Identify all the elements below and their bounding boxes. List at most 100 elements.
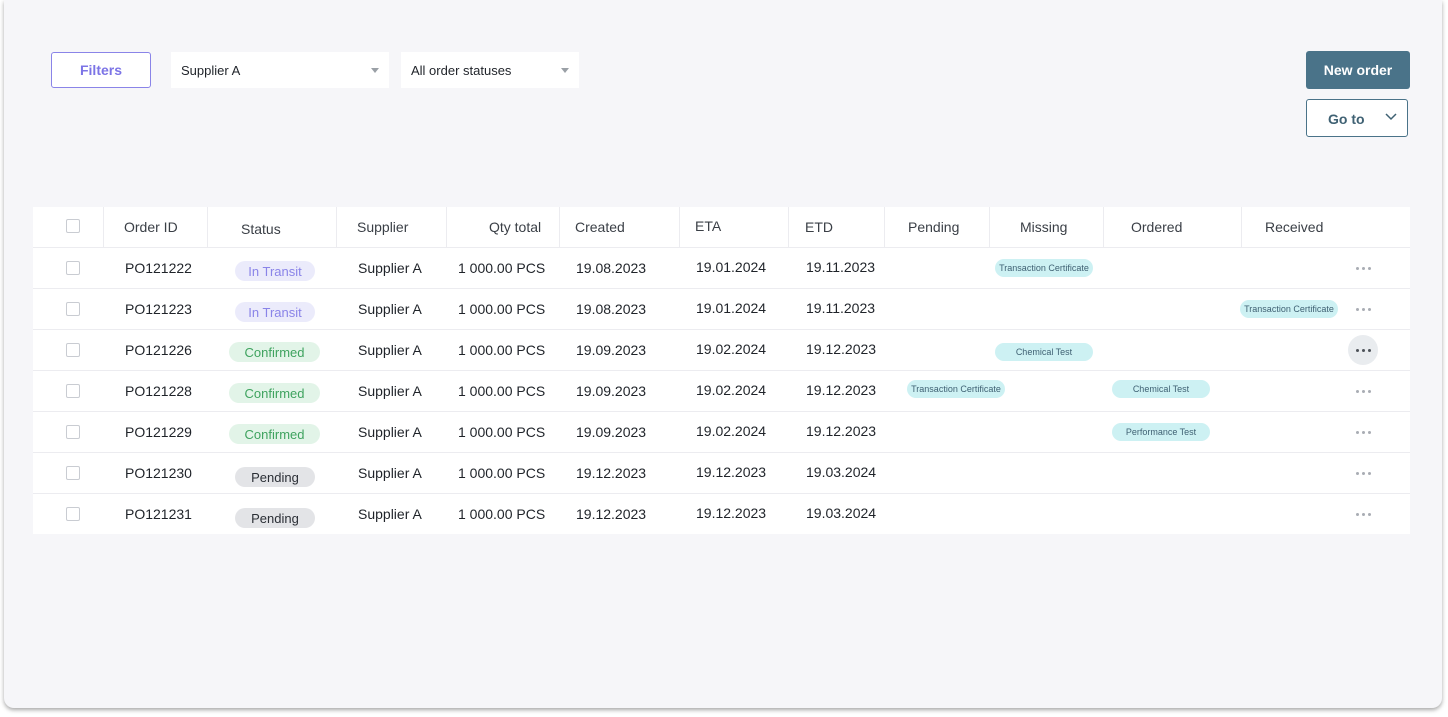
supplier-cell: Supplier A	[358, 260, 422, 276]
chevron-down-icon	[1385, 113, 1397, 121]
table-row[interactable]: PO121231 Pending Supplier A 1 000.00 PCS 19.…	[33, 494, 1410, 534]
goto-label: Go to	[1328, 111, 1365, 127]
supplier-cell: Supplier A	[358, 424, 422, 440]
qty-total-cell: 1 000.00 PCS	[458, 301, 546, 317]
etd-cell: 19.03.2024	[806, 464, 877, 480]
column-header-pending[interactable]: Pending	[908, 207, 959, 247]
document-tag-missing[interactable]: Chemical Test	[995, 343, 1093, 361]
column-header-supplier[interactable]: Supplier	[357, 207, 408, 247]
supplier-select-value: Supplier A	[181, 62, 241, 78]
order-id-cell[interactable]: PO121223	[125, 289, 192, 329]
supplier-cell: Supplier A	[358, 506, 422, 522]
order-id-cell[interactable]: PO121230	[125, 453, 192, 493]
column-divider	[1241, 207, 1242, 247]
column-header-status[interactable]: Status	[241, 209, 281, 249]
table-row[interactable]: PO121230 Pending Supplier A 1 000.00 PCS 19.…	[33, 453, 1410, 494]
select-all-checkbox[interactable]	[66, 219, 80, 233]
order-id-cell[interactable]: PO121226	[125, 330, 192, 370]
eta-cell: 19.02.2024	[696, 341, 767, 357]
more-horizontal-icon[interactable]	[1348, 458, 1378, 488]
supplier-select[interactable]: Supplier A	[171, 52, 389, 88]
status-select-value: All order statuses	[411, 62, 512, 78]
table-row[interactable]: PO121223 In Transit Supplier A 1 000.00 PCS…	[33, 289, 1410, 330]
order-id-cell[interactable]: PO121222	[125, 248, 192, 288]
row-checkbox[interactable]	[66, 261, 80, 275]
table-row[interactable]: PO121228 Confirmed Supplier A 1 000.00 PCS 1…	[33, 371, 1410, 412]
qty-total-cell: 1 000.00 PCS	[458, 506, 546, 522]
table-row[interactable]: PO121222 In Transit Supplier A 1 000.00 PCS…	[33, 248, 1410, 289]
table-row[interactable]: PO121229 Confirmed Supplier A 1 000.00 PCS 1…	[33, 412, 1410, 453]
status-badge: In Transit	[235, 261, 315, 281]
eta-cell: 19.02.2024	[696, 423, 767, 439]
document-tag-missing[interactable]: Transaction Certificate	[995, 259, 1093, 277]
etd-cell: 19.11.2023	[806, 300, 876, 316]
column-divider	[207, 207, 208, 247]
column-divider	[336, 207, 337, 247]
column-divider	[884, 207, 885, 247]
status-badge: Confirmed	[229, 383, 320, 403]
supplier-cell: Supplier A	[358, 301, 422, 317]
filters-button[interactable]: Filters	[51, 52, 151, 88]
column-header-etd[interactable]: ETD	[805, 207, 833, 247]
order-id-cell[interactable]: PO121231	[125, 494, 192, 534]
status-badge: Confirmed	[229, 342, 320, 362]
goto-dropdown[interactable]: Go to	[1306, 99, 1408, 137]
column-divider	[559, 207, 560, 247]
created-cell: 19.09.2023	[576, 383, 647, 399]
caret-down-icon	[561, 68, 569, 73]
order-id-cell[interactable]: PO121229	[125, 412, 192, 452]
created-cell: 19.09.2023	[576, 424, 647, 440]
more-horizontal-icon[interactable]	[1348, 499, 1378, 529]
row-checkbox[interactable]	[66, 302, 80, 316]
eta-cell: 19.01.2024	[696, 259, 767, 275]
column-divider	[679, 207, 680, 247]
document-tag-ordered[interactable]: Performance Test	[1112, 423, 1210, 441]
order-id-cell[interactable]: PO121228	[125, 371, 192, 411]
qty-total-cell: 1 000.00 PCS	[458, 260, 546, 276]
more-horizontal-icon[interactable]	[1348, 335, 1378, 365]
table-row[interactable]: PO121226 Confirmed Supplier A 1 000.00 PCS 1…	[33, 330, 1410, 371]
status-select[interactable]: All order statuses	[401, 52, 579, 88]
column-header-missing[interactable]: Missing	[1020, 207, 1067, 247]
column-header-ordered[interactable]: Ordered	[1131, 207, 1182, 247]
column-divider	[446, 207, 447, 247]
table-header: Order ID Status Supplier Qty total Creat…	[33, 207, 1410, 248]
orders-table: Order ID Status Supplier Qty total Creat…	[33, 207, 1410, 534]
more-horizontal-icon[interactable]	[1348, 253, 1378, 283]
column-divider	[103, 207, 104, 247]
document-tag-pending[interactable]: Transaction Certificate	[907, 380, 1005, 398]
more-horizontal-icon[interactable]	[1348, 417, 1378, 447]
created-cell: 19.12.2023	[576, 506, 647, 522]
etd-cell: 19.12.2023	[806, 341, 877, 357]
etd-cell: 19.12.2023	[806, 423, 877, 439]
qty-total-cell: 1 000.00 PCS	[458, 383, 546, 399]
column-header-order-id[interactable]: Order ID	[124, 207, 178, 247]
row-checkbox[interactable]	[66, 466, 80, 480]
qty-total-cell: 1 000.00 PCS	[458, 424, 546, 440]
column-header-created[interactable]: Created	[575, 207, 625, 247]
document-tag-ordered[interactable]: Chemical Test	[1112, 380, 1210, 398]
more-horizontal-icon[interactable]	[1348, 376, 1378, 406]
column-header-eta[interactable]: ETA	[695, 206, 721, 246]
etd-cell: 19.12.2023	[806, 382, 877, 398]
etd-cell: 19.03.2024	[806, 505, 877, 521]
row-checkbox[interactable]	[66, 425, 80, 439]
status-badge: Pending	[235, 467, 315, 487]
status-badge: In Transit	[235, 302, 315, 322]
row-checkbox[interactable]	[66, 343, 80, 357]
column-header-qty-total[interactable]: Qty total	[489, 207, 541, 247]
column-divider	[1103, 207, 1104, 247]
row-checkbox[interactable]	[66, 507, 80, 521]
etd-cell: 19.11.2023	[806, 259, 876, 275]
supplier-cell: Supplier A	[358, 383, 422, 399]
status-badge: Pending	[235, 508, 315, 528]
document-tag-received[interactable]: Transaction Certificate	[1240, 300, 1338, 318]
eta-cell: 19.12.2023	[696, 505, 767, 521]
created-cell: 19.08.2023	[576, 301, 647, 317]
supplier-cell: Supplier A	[358, 342, 422, 358]
column-header-received[interactable]: Received	[1265, 207, 1323, 247]
row-checkbox[interactable]	[66, 384, 80, 398]
created-cell: 19.08.2023	[576, 260, 647, 276]
new-order-button[interactable]: New order	[1306, 51, 1410, 89]
more-horizontal-icon[interactable]	[1348, 294, 1378, 324]
